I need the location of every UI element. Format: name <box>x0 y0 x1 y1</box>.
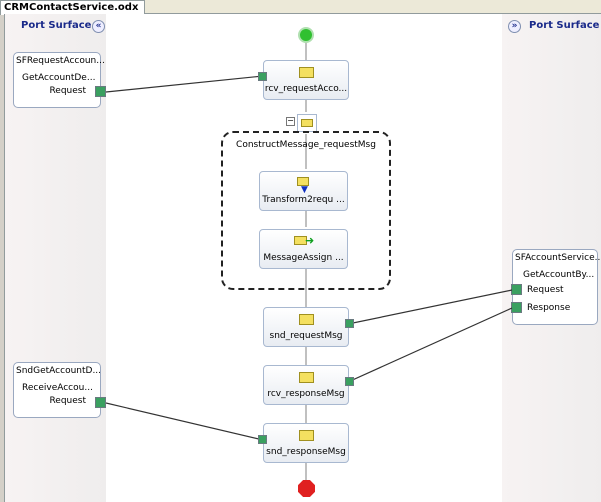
shape-port-connector[interactable] <box>258 435 267 444</box>
shape-port-connector[interactable] <box>258 72 267 81</box>
receive-icon <box>299 67 314 78</box>
shape-label: rcv_requestAcco... <box>264 84 348 94</box>
shape-label: snd_responseMsg <box>266 447 346 457</box>
start-shape[interactable] <box>298 27 314 43</box>
collapse-scope-button[interactable]: − <box>286 117 295 126</box>
tab-crmcontactservice[interactable]: CRMContactService.odx <box>0 0 146 15</box>
construct-message-icon <box>297 114 317 132</box>
shape-rcv-requestaccount[interactable]: rcv_requestAcco... <box>263 60 349 100</box>
shape-label: Transform2requ ... <box>262 195 345 205</box>
orchestration-canvas: Port Surface « SFRequestAccoun... GetAcc… <box>4 14 601 502</box>
shape-transform[interactable]: ▼ Transform2requ ... <box>259 171 348 211</box>
send-icon <box>299 430 314 441</box>
tab-bar: CRMContactService.odx <box>0 0 601 15</box>
shape-snd-responsemsg[interactable]: snd_responseMsg <box>263 423 349 463</box>
scope-label: ConstructMessage_requestMsg <box>236 140 376 150</box>
shape-label: rcv_responseMsg <box>267 389 345 399</box>
shape-message-assignment[interactable]: ➜ MessageAssign ... <box>259 229 348 269</box>
arrow-down-icon: ▼ <box>301 185 308 195</box>
arrow-right-icon: ➜ <box>305 234 315 247</box>
shape-rcv-responsemsg[interactable]: rcv_responseMsg <box>263 365 349 405</box>
shape-label: MessageAssign ... <box>263 253 344 263</box>
receive-icon <box>299 372 314 383</box>
shape-port-connector[interactable] <box>345 377 354 386</box>
shape-snd-requestmsg[interactable]: snd_requestMsg <box>263 307 349 347</box>
shape-port-connector[interactable] <box>345 319 354 328</box>
shape-label: snd_requestMsg <box>269 331 343 341</box>
send-icon <box>299 314 314 325</box>
